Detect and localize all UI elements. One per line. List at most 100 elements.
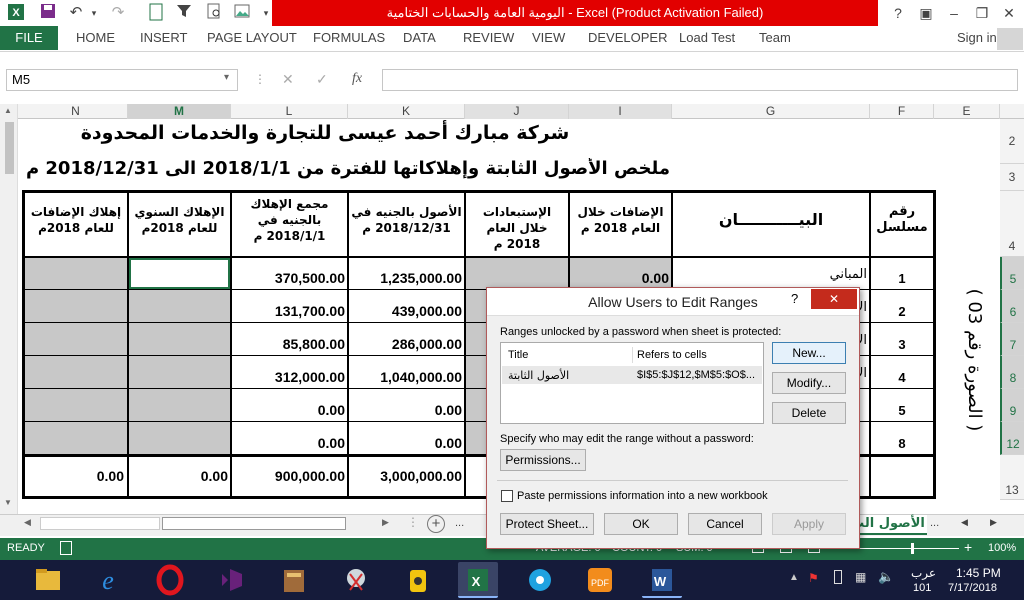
tab-file[interactable]: FILE [0,26,58,50]
column-header-n[interactable]: N [24,104,128,119]
cell-accumulated-depreciation[interactable]: 312,000.00 [234,369,345,385]
row-header-4[interactable]: 4 [1000,191,1024,257]
sheet-list-more-right[interactable]: ... [930,517,939,529]
hscroll-right-icon[interactable]: ▶ [382,517,389,528]
print-preview-icon[interactable] [204,3,224,23]
row-header-9[interactable]: 9 [1000,389,1024,422]
file-explorer-icon[interactable] [28,562,68,598]
formula-input[interactable] [382,69,1018,91]
excel-taskbar-icon[interactable]: X [458,562,498,598]
tray-network-icon[interactable]: ▦ [855,570,866,584]
cell-accumulated-depreciation[interactable]: 0.00 [234,402,345,418]
column-header-i[interactable]: I [569,104,672,119]
column-header-l[interactable]: L [231,104,348,119]
pdf-app-icon[interactable]: PDF [580,562,620,598]
cell-assets[interactable]: 1,040,000.00 [351,369,462,385]
word-taskbar-icon[interactable]: W [642,562,682,598]
delete-range-button[interactable]: Delete [772,402,846,424]
winrar-icon[interactable] [274,562,314,598]
row-header-13[interactable]: 13 [1000,455,1024,500]
cell-accumulated-depreciation[interactable]: 131,700.00 [234,303,345,319]
paste-permissions-label[interactable]: Paste permissions information into a new… [517,490,768,502]
tab-home[interactable]: HOME [76,26,115,50]
scroll-up-icon[interactable]: ▲ [4,106,12,115]
visual-studio-icon[interactable] [212,562,252,598]
ranges-list-header-title[interactable]: Title [508,349,528,361]
row-header-3[interactable]: 3 [1000,164,1024,191]
dialog-close-button[interactable]: ✕ [811,289,857,309]
sheet-list-more-left[interactable]: ... [455,517,464,529]
opera-icon[interactable] [150,562,190,598]
sheet-next-icon[interactable]: ▶ [990,517,997,528]
undo-dropdown-icon[interactable]: ▾ [84,3,104,23]
modify-range-button[interactable]: Modify... [772,372,846,394]
cell-serial[interactable]: 1 [873,271,931,286]
minimize-icon[interactable]: – [939,0,969,26]
ok-button[interactable]: OK [604,513,678,535]
tab-developer[interactable]: DEVELOPER [588,26,667,50]
help-icon[interactable]: ? [883,0,913,26]
hscroll-thumb[interactable] [162,517,346,530]
ribbon-display-icon[interactable]: ▣ [911,0,941,26]
cell-serial[interactable]: 8 [873,436,931,451]
cell-accumulated-depreciation[interactable]: 0.00 [234,435,345,451]
tray-date[interactable]: 7/17/2018 [948,582,997,594]
hscroll-left-icon[interactable]: ◀ [24,517,31,528]
sheet-tab-fixed-assets[interactable]: الأصول الث [849,515,927,535]
insert-function-icon[interactable]: fx [352,71,362,87]
zoom-slider-track[interactable] [847,543,959,554]
apply-button[interactable]: Apply [772,513,846,535]
split-handle-icon[interactable]: ⋮ [407,515,419,529]
sheet-prev-icon[interactable]: ◀ [961,517,968,528]
cell-assets[interactable]: 439,000.00 [351,303,462,319]
row-header-8[interactable]: 8 [1000,356,1024,389]
media-player-icon[interactable] [520,562,560,598]
close-icon[interactable]: ✕ [994,0,1024,26]
restore-icon[interactable]: ❐ [967,0,997,26]
tab-page-layout[interactable]: PAGE LAYOUT [207,26,297,50]
sign-in-link[interactable]: Sign in [957,26,997,50]
redo-icon[interactable]: ↷ [108,3,128,23]
internet-explorer-icon[interactable]: e [88,562,128,598]
cancel-entry-icon[interactable]: ✕ [282,71,294,88]
name-box-dropdown-icon[interactable]: ▾ [224,72,229,83]
scroll-thumb[interactable] [5,122,14,174]
tray-battery-icon[interactable] [834,570,842,584]
tab-formulas[interactable]: FORMULAS [313,26,385,50]
column-header-k[interactable]: K [348,104,465,119]
column-header-e[interactable]: E [934,104,1000,119]
image-icon[interactable] [232,3,252,23]
tray-expand-icon[interactable]: ▲ [789,572,799,583]
range-title[interactable]: الأصول الثابتة [508,369,569,382]
cell-serial[interactable]: 2 [873,304,931,319]
column-header-g[interactable]: G [672,104,870,119]
name-box[interactable]: M5 [6,69,238,91]
zoom-level[interactable]: 100% [988,542,1016,554]
tray-language[interactable]: عرب [911,566,936,580]
row-header-12[interactable]: 12 [1000,422,1024,455]
cell-assets[interactable]: 0.00 [351,435,462,451]
cell-description[interactable]: المباني [675,267,867,282]
add-sheet-icon[interactable]: + [427,515,445,533]
tab-team[interactable]: Team [759,26,791,50]
column-header-j[interactable]: J [465,104,569,119]
new-range-button[interactable]: New... [772,342,846,364]
row-header-2[interactable]: 2 [1000,119,1024,164]
new-document-icon[interactable] [146,3,166,23]
cell-assets[interactable]: 0.00 [351,402,462,418]
cell-additions[interactable]: 0.00 [572,270,669,286]
ranges-list-header-refers[interactable]: Refers to cells [637,349,707,361]
range-refers[interactable]: $I$5:$J$12,$M$5:$O$... [637,369,755,381]
cell-accumulated-depreciation[interactable]: 370,500.00 [234,270,345,286]
column-header-m[interactable]: M [128,104,231,119]
cancel-button[interactable]: Cancel [688,513,762,535]
protect-sheet-button[interactable]: Protect Sheet... [500,513,594,535]
undo-icon[interactable]: ↶ [66,3,86,23]
cell-assets[interactable]: 1,235,000.00 [351,270,462,286]
tray-flag-icon[interactable]: ⚑ [808,571,819,585]
dialog-help-button[interactable]: ? [791,291,798,306]
enter-entry-icon[interactable]: ✓ [316,71,328,88]
tab-insert[interactable]: INSERT [140,26,187,50]
tab-data[interactable]: DATA [403,26,436,50]
row-header-5[interactable]: 5 [1000,257,1024,290]
